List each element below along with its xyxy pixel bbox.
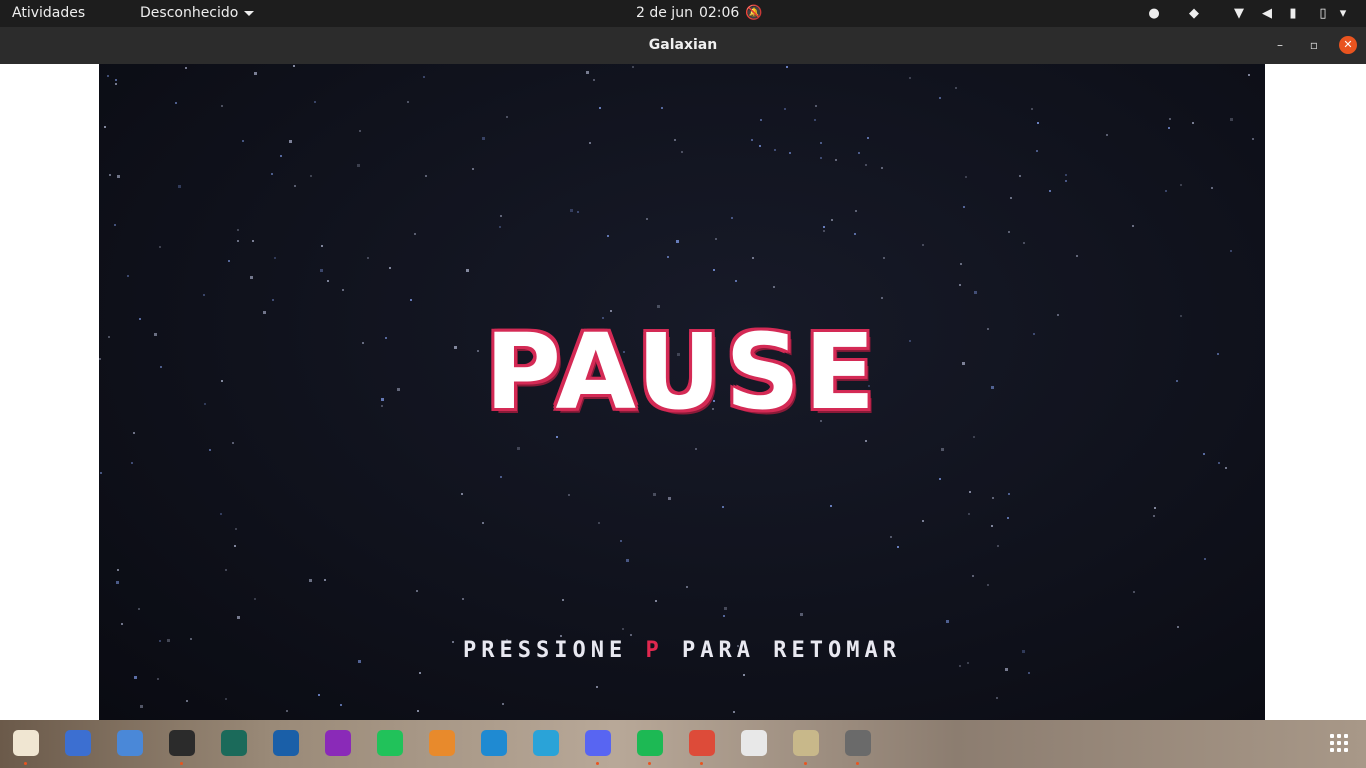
system-menu-chevron-icon[interactable]: ▾ bbox=[1336, 5, 1350, 22]
teams-tray-icon[interactable]: ◆ bbox=[1185, 5, 1203, 22]
gitkraken-icon[interactable] bbox=[221, 730, 247, 756]
app-menu-label: Desconhecido bbox=[140, 5, 239, 21]
grid-dot bbox=[1330, 741, 1334, 745]
telegram-icon[interactable] bbox=[533, 730, 559, 756]
grid-dot bbox=[1337, 748, 1341, 752]
window-titlebar[interactable]: Galaxian – ▫ ✕ bbox=[0, 27, 1366, 64]
clock-date: 2 de jun bbox=[636, 5, 693, 21]
running-indicator bbox=[180, 762, 183, 765]
close-button[interactable]: ✕ bbox=[1339, 36, 1357, 54]
battery-icon[interactable]: ▯ bbox=[1314, 5, 1332, 22]
running-indicator bbox=[700, 762, 703, 765]
maximize-button[interactable]: ▫ bbox=[1305, 36, 1323, 54]
microphone-icon[interactable]: ▮ bbox=[1286, 5, 1300, 22]
dock bbox=[0, 720, 1366, 768]
clock[interactable]: 2 de jun 02:06 🔕 bbox=[636, 0, 769, 27]
vscode-icon[interactable] bbox=[481, 730, 507, 756]
wifi-icon[interactable]: ▼ bbox=[1230, 5, 1248, 22]
show-applications-button[interactable] bbox=[1330, 734, 1350, 754]
resume-text-post: PARA RETOMAR bbox=[682, 638, 901, 663]
activities-button[interactable]: Atividades bbox=[12, 0, 85, 27]
text-editor-icon[interactable] bbox=[117, 730, 143, 756]
volume-icon[interactable]: ◀ bbox=[1258, 5, 1276, 22]
app-cube-icon[interactable] bbox=[429, 730, 455, 756]
window-title: Galaxian bbox=[648, 37, 718, 53]
terminal-icon[interactable] bbox=[169, 730, 195, 756]
grid-dot bbox=[1337, 741, 1341, 745]
grid-dot bbox=[1337, 734, 1341, 738]
game-window-icon[interactable] bbox=[845, 730, 871, 756]
files-icon[interactable] bbox=[13, 730, 39, 756]
pause-title: PAUSE bbox=[484, 311, 880, 433]
screenshot-icon[interactable] bbox=[65, 730, 91, 756]
running-indicator bbox=[804, 762, 807, 765]
chrome-icon[interactable] bbox=[689, 730, 715, 756]
game-canvas[interactable]: PAUSE PRESSIONE P PARA RETOMAR bbox=[99, 64, 1265, 720]
pycharm-icon[interactable] bbox=[377, 730, 403, 756]
running-indicator bbox=[856, 762, 859, 765]
resume-text-pre: PRESSIONE bbox=[463, 638, 628, 663]
running-indicator bbox=[596, 762, 599, 765]
discord-icon[interactable] bbox=[585, 730, 611, 756]
chevron-down-icon bbox=[244, 10, 255, 16]
grid-dot bbox=[1344, 741, 1348, 745]
grid-dot bbox=[1330, 748, 1334, 752]
spotify-icon[interactable] bbox=[637, 730, 663, 756]
grid-dot bbox=[1344, 734, 1348, 738]
phpstorm-icon[interactable] bbox=[325, 730, 351, 756]
virtualbox-icon[interactable] bbox=[273, 730, 299, 756]
minimize-button[interactable]: – bbox=[1271, 36, 1289, 54]
document-viewer-icon[interactable] bbox=[741, 730, 767, 756]
grid-dot bbox=[1330, 734, 1334, 738]
resume-instruction: PRESSIONE P PARA RETOMAR bbox=[99, 638, 1265, 663]
grid-dot bbox=[1344, 748, 1348, 752]
resume-key: P bbox=[645, 638, 664, 663]
top-bar: Atividades Desconhecido 2 de jun 02:06 🔕 ●… bbox=[0, 0, 1366, 27]
app-menu[interactable]: Desconhecido bbox=[140, 0, 255, 27]
running-indicator bbox=[24, 762, 27, 765]
clock-time: 02:06 bbox=[698, 5, 740, 21]
bell-muted-icon: 🔕 bbox=[745, 5, 763, 21]
discord-tray-icon[interactable]: ● bbox=[1145, 5, 1163, 22]
running-indicator bbox=[648, 762, 651, 765]
archive-manager-icon[interactable] bbox=[793, 730, 819, 756]
